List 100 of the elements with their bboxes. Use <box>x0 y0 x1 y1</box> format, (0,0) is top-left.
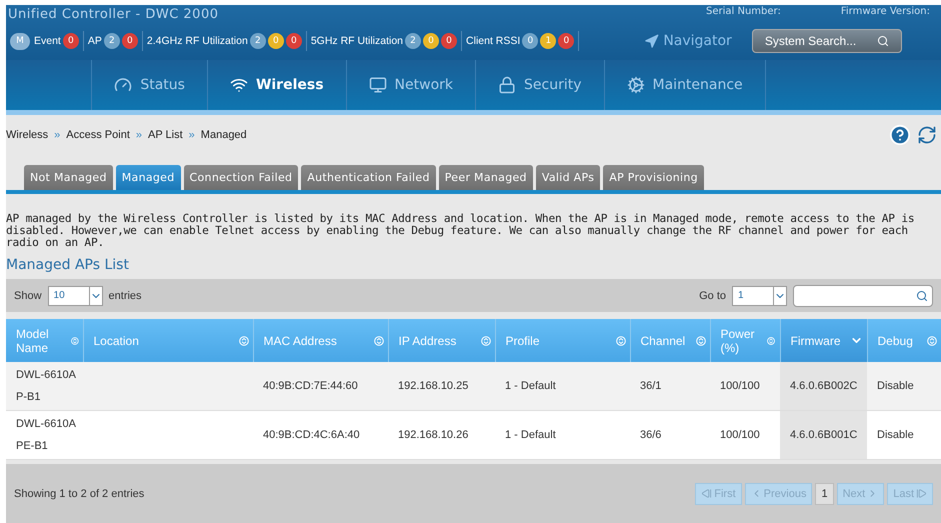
table-cell: 100/100 <box>710 362 780 410</box>
sort-icon <box>926 336 936 346</box>
breadcrumb-separator: » <box>136 129 142 141</box>
tab[interactable]: Valid APs <box>536 165 600 190</box>
count-badge[interactable]: 0 <box>423 33 440 49</box>
table-cell-text: DWL-6610A <box>16 418 77 430</box>
table-cell: 1 - Default <box>495 410 630 460</box>
alarm-label: Client RSSI <box>466 35 520 47</box>
table-cell: Disable <box>867 362 941 410</box>
description-text: AP managed by the Wireless Controller is listed by its MAC Address and location. When the AP is in Managed mode, remote access to the AP is disabled. However,we can enable Telnet access by enabling the Debug feature. We can also manually change the RF channel and power for each radio on an AP. <box>6 213 916 249</box>
alarm-label: 5GHz RF Utilization <box>310 35 404 47</box>
count-badge[interactable]: 0 <box>268 33 284 49</box>
table-cell: 192.168.10.25 <box>388 362 495 410</box>
skip-back-icon <box>701 488 712 499</box>
tab[interactable]: Authentication Failed <box>301 165 436 190</box>
table-cell: 40:9B:CD:4C:6A:40 <box>253 410 388 460</box>
gauge-icon <box>114 76 132 94</box>
table-cell-text: DWL-6610A <box>16 369 77 381</box>
column-header[interactable]: MAC Address <box>253 319 388 362</box>
column-header[interactable]: Debug <box>867 319 941 362</box>
refresh-icon[interactable] <box>917 125 937 145</box>
search-icon <box>916 290 928 302</box>
tab[interactable]: Connection Failed <box>184 165 298 190</box>
count-badge[interactable]: 0 <box>122 33 138 49</box>
tab[interactable]: Managed <box>116 165 181 190</box>
count-badge[interactable]: 2 <box>104 33 120 49</box>
help-icon[interactable] <box>889 124 911 146</box>
breadcrumb-link[interactable]: Access Point <box>66 129 130 141</box>
tab[interactable]: Not Managed <box>24 165 113 190</box>
table-cell-text: PE-B1 <box>16 440 49 452</box>
sort-icon <box>238 336 248 346</box>
entries-info: Showing 1 to 2 of 2 entries <box>14 488 144 500</box>
skip-forward-icon <box>916 488 927 499</box>
count-badge[interactable]: 0 <box>441 33 458 49</box>
page-select[interactable]: 1 <box>732 286 787 306</box>
breadcrumb-separator: » <box>188 129 195 141</box>
table-cell: 40:9B:CD:7E:44:60 <box>253 362 388 410</box>
column-header[interactable]: Firmware <box>780 319 867 362</box>
navigation-arrow-icon <box>644 34 660 48</box>
nav-tab[interactable]: Wireless <box>206 60 346 110</box>
nav-tab[interactable]: Security <box>475 60 604 110</box>
pagination-button[interactable]: 1 <box>815 482 834 504</box>
table-cell: 1 - Default <box>495 362 630 410</box>
breadcrumb-separator: » <box>54 129 60 141</box>
count-badge[interactable]: 0 <box>522 33 538 49</box>
table-cell: 4.6.0.6B001C <box>780 410 867 460</box>
system-search-field[interactable]: System Search... <box>752 29 902 53</box>
count-badge[interactable]: 2 <box>250 33 266 49</box>
entries-label: entries <box>108 290 142 302</box>
table-cell-text: P-B1 <box>16 391 42 403</box>
breadcrumb-link[interactable]: AP List <box>148 129 183 141</box>
count-badge[interactable]: 0 <box>286 33 302 49</box>
table-cell: 36/6 <box>630 410 710 460</box>
tab[interactable]: Peer Managed <box>438 165 533 190</box>
table-cell: Disable <box>867 410 941 460</box>
search-icon <box>876 35 889 47</box>
alarm-label: Event <box>34 35 61 47</box>
table-search-field[interactable] <box>793 284 933 306</box>
list-title: Managed APs List <box>6 257 130 273</box>
serial-label: Serial Number: <box>706 6 781 17</box>
alarm-label: AP <box>88 35 102 47</box>
navigator-link[interactable]: Navigator <box>644 33 732 49</box>
sort-icon <box>616 336 626 346</box>
sort-icon <box>480 336 490 346</box>
count-badge[interactable]: 2 <box>405 33 422 49</box>
lock-icon <box>498 76 516 94</box>
nav-tab[interactable]: Network <box>346 60 476 110</box>
sort-icon <box>374 336 384 346</box>
sort-icon <box>767 336 776 346</box>
firmware-label: Firmware Version: <box>840 6 930 17</box>
column-header[interactable]: IP Address <box>388 319 495 362</box>
column-header[interactable]: Power (%) <box>710 319 780 362</box>
count-badge[interactable]: 0 <box>558 33 574 49</box>
table-cell: 4.6.0.6B002C <box>780 362 867 410</box>
table-cell: 192.168.10.26 <box>388 410 495 460</box>
monitor-icon <box>368 76 387 94</box>
nav-tab[interactable]: Status <box>91 60 207 110</box>
mode-badge[interactable]: M <box>10 32 30 50</box>
gear-icon <box>626 76 645 94</box>
sort-icon <box>70 336 78 346</box>
column-header[interactable]: Profile <box>495 319 630 362</box>
breadcrumb-link[interactable]: Wireless <box>6 129 48 141</box>
show-label: Show <box>14 290 42 302</box>
wifi-icon <box>230 76 248 94</box>
table-cell: 36/1 <box>630 362 710 410</box>
column-header[interactable]: Location <box>83 319 253 362</box>
entries-select[interactable]: 10 <box>48 286 103 306</box>
app-title: Unified Controller - DWC 2000 <box>8 7 218 22</box>
alarm-label: 2.4GHz RF Utilization <box>146 35 248 47</box>
breadcrumb-link[interactable]: Managed <box>200 129 247 141</box>
count-badge[interactable]: 1 <box>540 33 556 49</box>
nav-tab[interactable]: Maintenance <box>604 60 766 110</box>
column-header[interactable]: Model Name <box>6 319 83 362</box>
sort-icon <box>696 336 706 346</box>
system-search-field[interactable]: System Search... <box>762 33 877 49</box>
table-cell: 100/100 <box>710 410 780 460</box>
goto-label: Go to <box>699 290 726 302</box>
count-badge[interactable]: 0 <box>62 33 79 49</box>
column-header[interactable]: Channel <box>630 319 710 362</box>
tab[interactable]: AP Provisioning <box>603 165 704 190</box>
